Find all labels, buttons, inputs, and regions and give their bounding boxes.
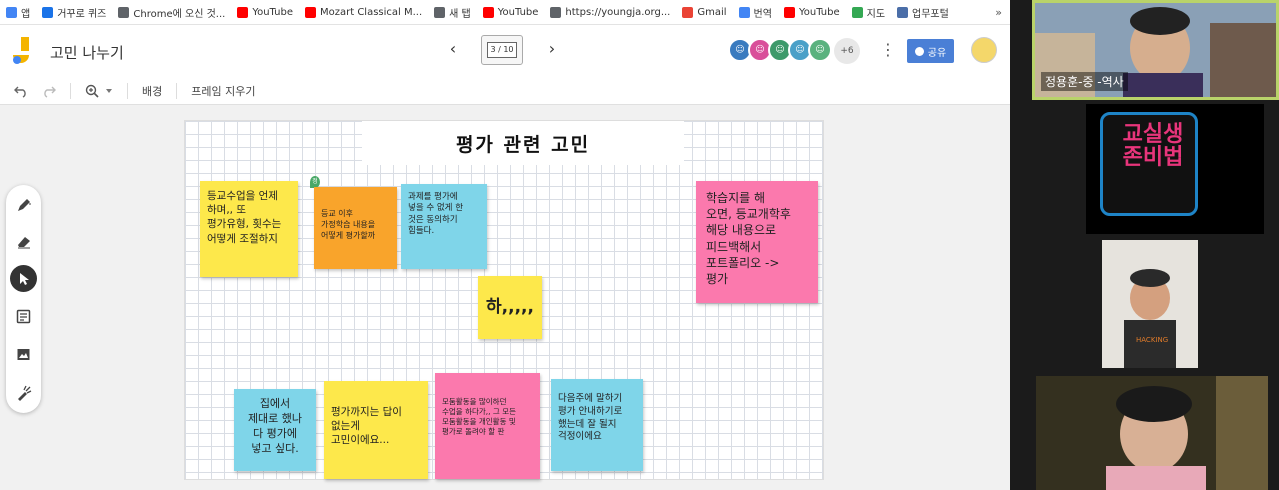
canvas-area[interactable]: 평가 관련 고민 정 등교수업을 언제 하며,, 또 평가유형, 횟수는 어떻게… — [0, 105, 1010, 490]
clear-frame-button[interactable]: 프레임 지우기 — [191, 83, 255, 99]
bookmark-item[interactable]: YouTube — [482, 6, 539, 18]
frame-bar-toggle[interactable]: 3 / 10 — [481, 35, 523, 65]
bookmark-favicon-icon — [682, 6, 694, 18]
bookmark-item[interactable]: Mozart Classical M... — [304, 6, 423, 18]
sticky-note[interactable]: 등교수업을 언제 하며,, 또 평가유형, 횟수는 어떻게 조절하지 — [200, 181, 298, 277]
bookmark-item[interactable]: 지도 — [851, 5, 886, 20]
sticky-note[interactable]: 등교 이후 가정학습 내용을 어떻게 평가할까 — [314, 187, 397, 269]
bookmark-label: 지도 — [866, 8, 886, 20]
bookmark-label: 새 탭 — [449, 8, 471, 20]
app-header: 고민 나누기 ‹ 3 / 10 › ☺ ☺ ☺ ☺ ☺ +6 ⋮ 공유 — [0, 25, 1010, 77]
video-tile[interactable]: HACKING — [1102, 240, 1198, 368]
bookmark-label: YouTube — [252, 6, 293, 18]
bookmark-favicon-icon — [851, 6, 863, 18]
bookmark-item[interactable]: 앱 — [6, 5, 30, 20]
bookmark-item[interactable]: 업무포털 — [897, 5, 949, 20]
svg-text:HACKING: HACKING — [1136, 336, 1168, 344]
bookmark-label: Chrome에 오신 것... — [133, 8, 226, 20]
board-title[interactable]: 평가 관련 고민 — [362, 121, 684, 165]
sticky-note[interactable]: 모둠활동을 많이하던 수업을 하다가,, 그 모든 모둠활동을 개인활동 및 평… — [435, 373, 540, 479]
bookmark-label: 번역 — [753, 8, 772, 20]
bookmark-favicon-icon — [738, 6, 750, 18]
bookmark-favicon-icon — [237, 6, 249, 18]
bookmarks-more-button[interactable]: » — [995, 6, 1002, 19]
bookmark-favicon-icon — [897, 6, 909, 18]
bookmarks-bar: 앱 거꾸로 퀴즈 Chrome에 오신 것... YouTube Mozart Clas… — [0, 0, 1010, 25]
bookmark-item[interactable]: Chrome에 오신 것... — [118, 5, 225, 20]
laser-icon[interactable] — [10, 379, 37, 406]
bookmark-favicon-icon — [304, 6, 316, 18]
bookmark-label: YouTube — [798, 6, 840, 18]
sticky-note-icon[interactable] — [10, 303, 37, 330]
jamboard-logo-icon[interactable] — [12, 37, 34, 65]
bookmark-favicon-icon — [783, 6, 795, 18]
share-button[interactable]: 공유 — [907, 39, 954, 63]
image-icon[interactable] — [10, 341, 37, 368]
more-collaborators-badge[interactable]: +6 — [834, 38, 860, 64]
channel-logo: 교실생존비법 — [1100, 112, 1198, 216]
redo-icon[interactable] — [42, 84, 56, 98]
participant-video — [1036, 376, 1268, 490]
video-tile[interactable]: 교실생존비법 — [1086, 104, 1264, 234]
sticky-note[interactable]: 과제를 평가에 넣을 수 없게 한 것은 동의하기 힘들다. — [401, 184, 487, 269]
undo-icon[interactable] — [14, 84, 28, 98]
prev-frame-button[interactable]: ‹ — [443, 39, 463, 58]
zoom-dropdown-icon[interactable] — [105, 87, 113, 95]
frame-indicator: 3 / 10 — [487, 42, 517, 58]
next-frame-button[interactable]: › — [542, 39, 562, 58]
bookmark-label: Gmail — [697, 6, 727, 18]
whiteboard-frame[interactable]: 평가 관련 고민 정 등교수업을 언제 하며,, 또 평가유형, 횟수는 어떻게… — [184, 120, 824, 480]
bookmark-favicon-icon — [434, 6, 446, 18]
bookmark-label: 업무포털 — [912, 8, 949, 20]
eraser-icon[interactable] — [10, 227, 37, 254]
account-avatar[interactable] — [971, 37, 997, 63]
bookmark-favicon-icon — [550, 6, 562, 18]
bookmark-item[interactable]: YouTube — [783, 6, 840, 18]
pen-icon[interactable] — [10, 191, 37, 218]
tools-panel — [6, 185, 41, 413]
share-label: 공유 — [927, 47, 947, 59]
toolbar-divider — [127, 82, 128, 99]
bookmark-label: 앱 — [21, 8, 31, 20]
toolbar-divider — [70, 82, 71, 99]
sticky-note[interactable]: 학습지를 해 오면, 등교개학후 해당 내용으로 피드백해서 포트폴리오 -> … — [696, 181, 818, 303]
bookmark-label: Mozart Classical M... — [319, 6, 423, 18]
bookmark-label: YouTube — [497, 6, 539, 18]
video-tile-active-speaker[interactable]: 정용훈-중 -역사 — [1032, 0, 1279, 100]
bookmark-item[interactable]: https://youngja.org... — [550, 6, 671, 18]
avatar[interactable]: ☺ — [808, 38, 832, 62]
bookmark-favicon-icon — [118, 6, 130, 18]
sticky-note[interactable]: 평가까지는 답이 없는게 고민이에요... — [324, 381, 428, 479]
bookmark-item[interactable]: Gmail — [682, 6, 727, 18]
document-title[interactable]: 고민 나누기 — [50, 42, 124, 63]
background-button[interactable]: 배경 — [142, 83, 162, 99]
toolbar-divider — [176, 82, 178, 99]
toolbar: 배경 프레임 지우기 — [0, 77, 1010, 105]
collaborator-avatars[interactable]: ☺ ☺ ☺ ☺ ☺ +6 — [728, 38, 860, 64]
sticky-note[interactable]: 집에서 제대로 했나 다 평가에 넣고 싶다. — [234, 389, 316, 471]
screen: 앱 거꾸로 퀴즈 Chrome에 오신 것... YouTube Mozart Clas… — [0, 0, 1279, 490]
bookmark-item[interactable]: YouTube — [237, 6, 293, 18]
participant-name: 정용훈-중 -역사 — [1041, 72, 1128, 91]
bookmark-label: https://youngja.org... — [565, 6, 671, 18]
sticky-note[interactable]: 다음주에 말하기 평가 안내하기로 했는데 잘 될지 걱정이에요 — [551, 379, 643, 471]
select-icon[interactable] — [10, 265, 37, 292]
bookmark-label: 거꾸로 퀴즈 — [57, 8, 107, 20]
zoom-icon[interactable] — [85, 84, 99, 98]
bookmark-item[interactable]: 거꾸로 퀴즈 — [42, 5, 106, 20]
logo-text: 교실생존비법 — [1122, 122, 1184, 171]
sticky-note[interactable]: 하,,,,, — [478, 276, 542, 339]
bookmark-item[interactable]: 새 탭 — [434, 5, 471, 20]
bookmark-item[interactable]: 번역 — [738, 5, 772, 20]
video-call-panel: 정용훈-중 -역사 교실생존비법 HACKING — [1010, 0, 1279, 490]
bookmark-favicon-icon — [482, 6, 494, 18]
person-icon — [914, 46, 924, 56]
participant-video: HACKING — [1102, 240, 1198, 368]
more-options-icon[interactable]: ⋮ — [880, 40, 896, 59]
video-tile[interactable] — [1036, 376, 1268, 490]
bookmark-favicon-icon — [42, 6, 54, 18]
bookmark-favicon-icon — [6, 6, 17, 18]
